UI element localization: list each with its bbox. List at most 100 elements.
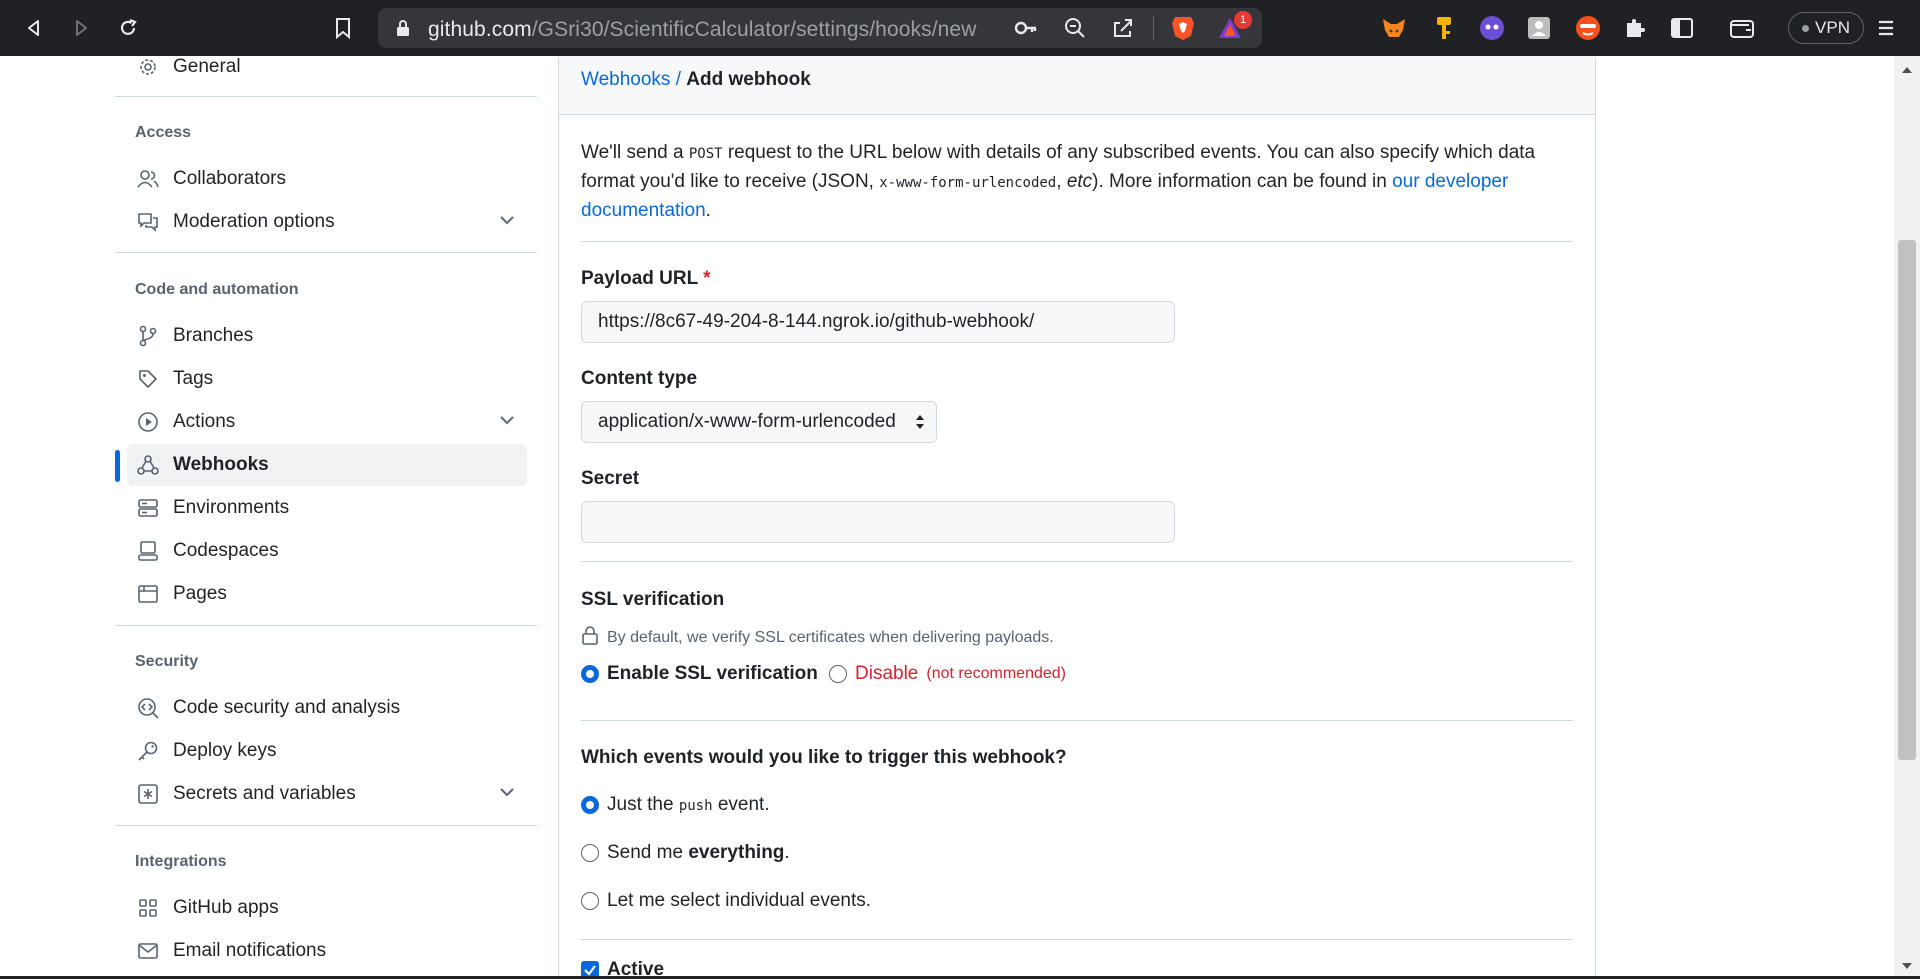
page-content: General Access Collaborators Moderation … (0, 56, 1920, 976)
intro-part: We'll send a (581, 142, 689, 163)
key-icon[interactable] (1014, 17, 1038, 44)
share-icon[interactable] (1112, 17, 1134, 44)
image-extension-icon[interactable] (1525, 14, 1553, 42)
sidebar-item-pages[interactable]: Pages (127, 573, 527, 615)
secret-input[interactable] (581, 501, 1175, 543)
sidebar-item-secrets[interactable]: Secrets and variables (127, 773, 527, 815)
ssl-disable-option[interactable]: Disable (not recommended) (829, 663, 1066, 685)
extensions-puzzle-icon[interactable] (1621, 14, 1649, 42)
lock-icon (396, 19, 410, 42)
ssl-note-text: By default, we verify SSL certificates w… (607, 628, 1054, 646)
metamask-icon[interactable] (1380, 14, 1408, 42)
scroll-down-icon[interactable] (1900, 958, 1914, 976)
sidebar-item-code-security[interactable]: Code security and analysis (127, 687, 527, 729)
select-arrows-icon (914, 412, 926, 438)
panel-header: Webhooks / Add webhook (559, 56, 1595, 115)
sidebar-item-label: Branches (173, 325, 254, 346)
apps-icon (135, 895, 161, 921)
back-icon[interactable] (20, 14, 48, 42)
sidebar-item-label: Code security and analysis (173, 697, 401, 718)
scrollbar-thumb[interactable] (1898, 240, 1916, 760)
chevron-down-icon[interactable] (499, 212, 515, 234)
sidebar-item-webhooks[interactable]: Webhooks (127, 444, 527, 486)
event-all-text: . (784, 842, 790, 863)
sidebar-item-general[interactable]: General (127, 56, 527, 88)
server-icon (135, 495, 161, 521)
key-extension-icon[interactable] (1430, 14, 1458, 42)
toolbar-divider (1153, 16, 1154, 40)
sidebar-divider (115, 825, 537, 826)
event-everything-option[interactable]: Send me everything. (581, 842, 790, 864)
event-everything-radio[interactable] (581, 844, 599, 862)
payload-url-label: Payload URL * (581, 268, 711, 290)
ssl-enable-option[interactable]: Enable SSL verification (581, 663, 818, 685)
vpn-button[interactable]: VPN (1788, 12, 1864, 44)
comment-discussion-icon (135, 209, 161, 235)
event-push-label: Just the push event. (607, 794, 770, 816)
active-checkbox[interactable] (581, 961, 599, 976)
content-type-select[interactable]: application/x-www-form-urlencoded (581, 401, 937, 443)
face-extension-icon[interactable] (1574, 14, 1602, 42)
reload-icon[interactable] (114, 14, 142, 42)
sidebar-item-collaborators[interactable]: Collaborators (127, 158, 527, 200)
sidebar-item-label: Tags (173, 368, 214, 389)
push-code: push (678, 798, 713, 814)
ghost-extension-icon[interactable] (1478, 14, 1506, 42)
ssl-disable-radio[interactable] (829, 665, 847, 683)
payload-url-label-text: Payload URL (581, 268, 698, 289)
section-divider (581, 561, 1573, 562)
sidebar-item-label: General (173, 56, 241, 77)
browser-icon (135, 581, 161, 607)
sidebar-item-environments[interactable]: Environments (127, 487, 527, 529)
sidebar-divider (115, 252, 537, 253)
event-push-option[interactable]: Just the push event. (581, 794, 770, 816)
address-bar[interactable]: github.com/GSri30/ScientificCalculator/s… (378, 8, 1262, 48)
ssl-enable-radio[interactable] (581, 665, 599, 683)
intro-part: ). More information can be found in (1092, 171, 1393, 192)
sidebar-item-deploy-keys[interactable]: Deploy keys (127, 730, 527, 772)
sidebar-item-email-notifications[interactable]: Email notifications (127, 930, 527, 972)
active-label: Active (607, 959, 665, 976)
sidebar-item-label: Pages (173, 583, 227, 604)
url-text: github.com/GSri30/ScientificCalculator/s… (428, 18, 977, 41)
sidebar-item-label: GitHub apps (173, 897, 279, 918)
sidebar-section-security: Security (135, 653, 199, 670)
browser-toolbar: github.com/GSri30/ScientificCalculator/s… (0, 0, 1920, 56)
bookmark-icon[interactable] (329, 14, 357, 42)
sidebar-item-github-apps[interactable]: GitHub apps (127, 887, 527, 929)
active-indicator (115, 450, 120, 482)
event-individual-option[interactable]: Let me select individual events. (581, 890, 871, 912)
scroll-up-icon[interactable] (1900, 62, 1914, 80)
breadcrumb-webhooks-link[interactable]: Webhooks (581, 69, 670, 90)
content-type-value: application/x-www-form-urlencoded (598, 411, 896, 432)
zoom-icon[interactable] (1064, 17, 1086, 44)
payload-url-input[interactable]: https://8c67-49-204-8-144.ngrok.io/githu… (581, 301, 1175, 343)
intro-part: , (1056, 171, 1067, 192)
sidebar-item-branches[interactable]: Branches (127, 315, 527, 357)
event-individual-label: Let me select individual events. (607, 890, 872, 911)
chevron-down-icon[interactable] (499, 412, 515, 434)
vpn-label: VPN (1815, 18, 1850, 37)
events-label: Which events would you like to trigger t… (581, 747, 1067, 768)
brave-shield-icon[interactable] (1170, 14, 1196, 47)
git-branch-icon (135, 323, 161, 349)
event-all-text: Send me (607, 842, 689, 863)
event-individual-radio[interactable] (581, 892, 599, 910)
wallet-icon[interactable] (1728, 14, 1756, 42)
sidebar-item-moderation[interactable]: Moderation options (127, 201, 527, 243)
event-push-radio[interactable] (581, 796, 599, 814)
sidebar-toggle-icon[interactable] (1668, 14, 1696, 42)
lock-icon (581, 625, 599, 650)
sidebar-item-codespaces[interactable]: Codespaces (127, 530, 527, 572)
ssl-disable-label: Disable (855, 663, 919, 684)
forward-icon[interactable] (67, 14, 95, 42)
sidebar-item-actions[interactable]: Actions (127, 401, 527, 443)
section-divider (581, 720, 1573, 721)
sidebar-item-tags[interactable]: Tags (127, 358, 527, 400)
page-title: Add webhook (686, 69, 811, 90)
chevron-down-icon[interactable] (499, 784, 515, 806)
sidebar-item-label: Environments (173, 497, 290, 518)
active-option[interactable]: Active (581, 959, 664, 976)
menu-icon[interactable] (1872, 14, 1900, 42)
sidebar-item-label: Email notifications (173, 940, 327, 961)
